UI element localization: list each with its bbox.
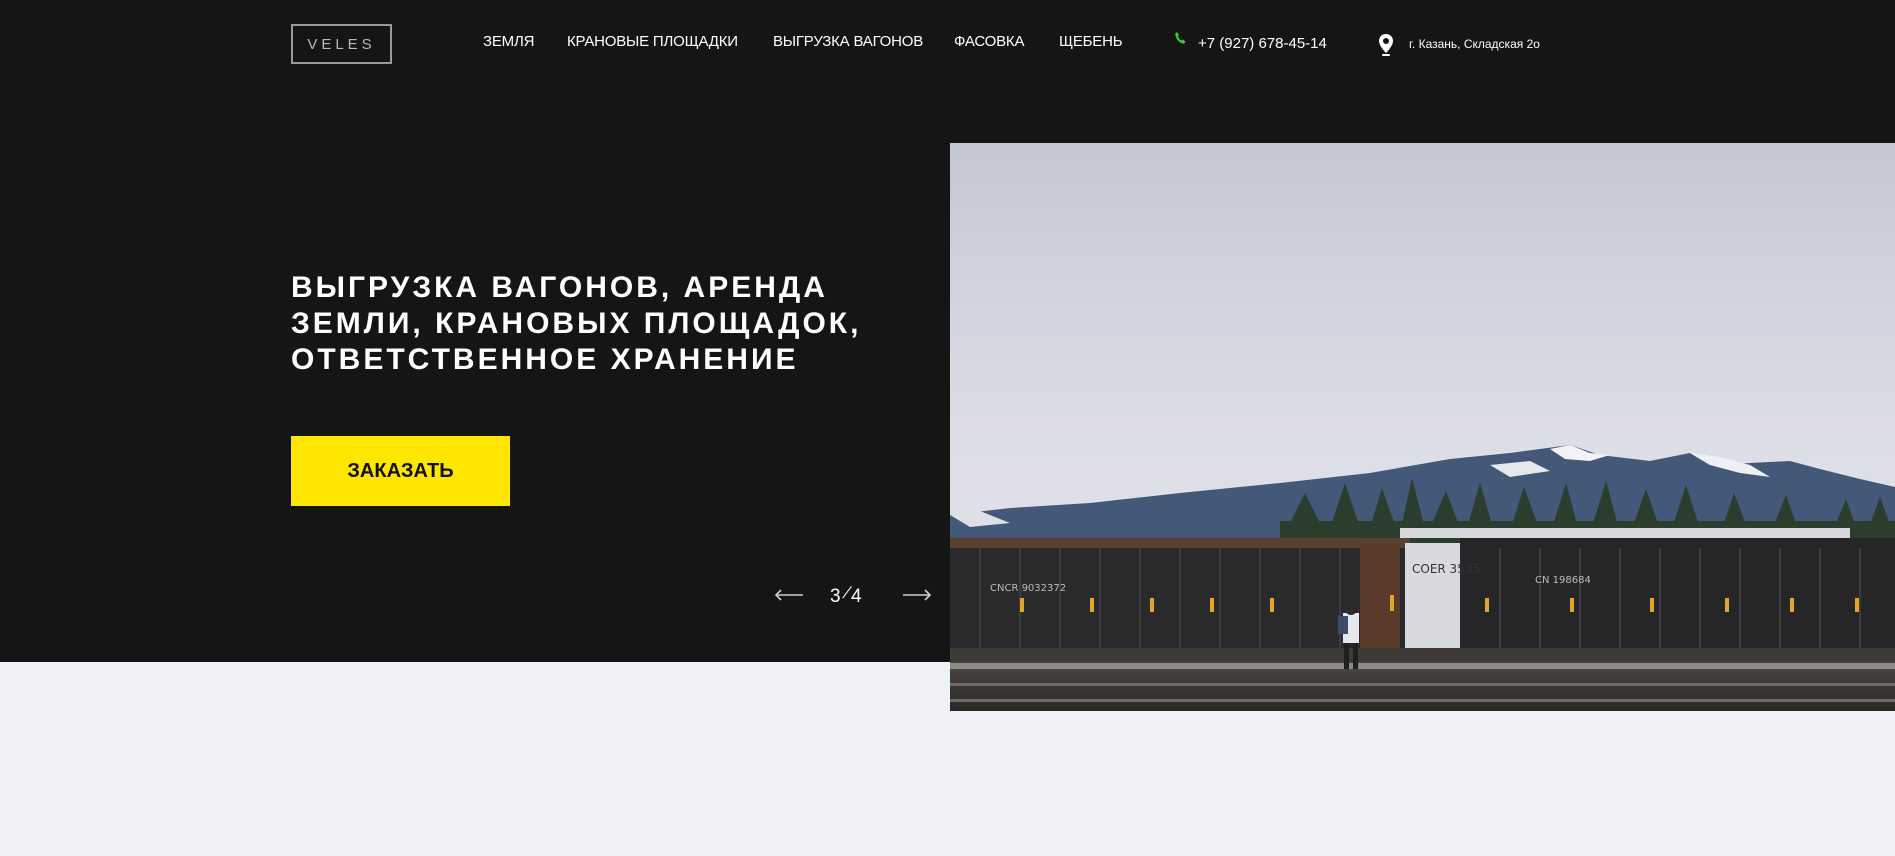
slide-counter: 3/4 (830, 585, 890, 608)
nav-item-wagon-unloading[interactable]: ВЫГРУЗКА ВАГОНОВ (773, 33, 923, 50)
slide-total: 4 (851, 586, 862, 607)
arrow-right-icon[interactable] (902, 588, 932, 602)
address-text: г. Казань, Складская 2о (1409, 37, 1540, 51)
car-label-left: CNCR 9032372 (990, 583, 1066, 594)
logo[interactable]: VELES (291, 24, 392, 64)
hero-headline: ВЫГРУЗКА ВАГОНОВ, АРЕНДА ЗЕМЛИ, КРАНОВЫХ… (291, 271, 862, 376)
phone-icon (1175, 32, 1186, 44)
nav-item-zemlya[interactable]: ЗЕМЛЯ (483, 33, 534, 50)
car-label-mid: COER 3535 (1412, 562, 1480, 576)
slide-current: 3 (830, 586, 841, 607)
nav-item-gravel[interactable]: ЩЕБЕНЬ (1059, 33, 1123, 50)
hero-photo: CNCR 9032372 COER 3535 CN 198684 (950, 143, 1895, 711)
arrow-left-icon[interactable] (774, 588, 804, 602)
map-pin-icon (1379, 34, 1393, 56)
freight-train-mountains-photo: CNCR 9032372 COER 3535 CN 198684 (950, 143, 1895, 711)
phone-link[interactable]: +7 (927) 678-45-14 (1198, 35, 1327, 52)
order-button[interactable]: ЗАКАЗАТЬ (291, 436, 510, 506)
nav-item-crane-sites[interactable]: КРАНОВЫЕ ПЛОЩАДКИ (567, 33, 738, 50)
car-label-right: CN 198684 (1535, 575, 1591, 586)
nav-item-packing[interactable]: ФАСОВКА (954, 33, 1024, 50)
slider-controls: 3/4 (774, 582, 932, 612)
